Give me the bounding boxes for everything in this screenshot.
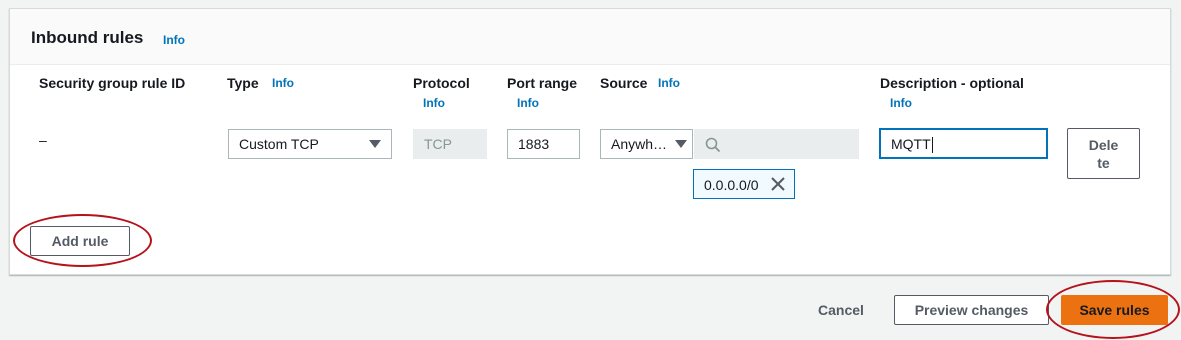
- close-icon[interactable]: [770, 176, 786, 192]
- panel-info-link[interactable]: Info: [163, 33, 185, 47]
- description-value: MQTT: [891, 136, 931, 152]
- chevron-down-icon: [675, 140, 687, 148]
- column-header-type: Type: [227, 75, 259, 91]
- port-range-info-link[interactable]: Info: [517, 96, 539, 110]
- column-header-protocol: Protocol: [413, 75, 470, 91]
- protocol-value: TCP: [424, 136, 452, 152]
- column-header-rule-id: Security group rule ID: [39, 75, 186, 91]
- column-header-port-range: Port range: [507, 75, 578, 91]
- delete-rule-button[interactable]: Dele te: [1067, 128, 1140, 179]
- protocol-field: TCP: [413, 129, 487, 159]
- cancel-button[interactable]: Cancel: [818, 302, 864, 318]
- type-select[interactable]: Custom TCP: [228, 129, 392, 159]
- delete-label-line1: Dele: [1088, 137, 1119, 153]
- type-info-link[interactable]: Info: [272, 76, 294, 90]
- add-rule-button[interactable]: Add rule: [30, 226, 130, 256]
- preview-changes-button[interactable]: Preview changes: [894, 295, 1049, 325]
- protocol-info-link[interactable]: Info: [423, 96, 445, 110]
- save-rules-button[interactable]: Save rules: [1061, 295, 1168, 325]
- rule-id-value: –: [39, 132, 47, 148]
- type-select-value: Custom TCP: [239, 136, 319, 152]
- description-info-link[interactable]: Info: [890, 96, 912, 110]
- panel-header: Inbound rules Info: [10, 9, 1170, 65]
- search-icon: [705, 137, 721, 153]
- column-header-description: Description - optional: [880, 75, 1024, 91]
- column-header-source: Source: [600, 75, 648, 91]
- text-caret: [931, 137, 933, 154]
- source-type-value: Anywh…: [611, 136, 668, 152]
- source-type-select[interactable]: Anywh…: [600, 129, 693, 159]
- panel-title: Inbound rules: [31, 28, 144, 47]
- delete-label-line2: te: [1097, 155, 1110, 171]
- port-range-value: 1883: [518, 136, 550, 152]
- source-search-input[interactable]: [694, 129, 859, 159]
- source-cidr-value: 0.0.0.0/0: [704, 177, 759, 193]
- source-cidr-token: 0.0.0.0/0: [693, 169, 795, 199]
- chevron-down-icon: [369, 140, 381, 148]
- description-input[interactable]: MQTT: [879, 128, 1048, 159]
- source-info-link[interactable]: Info: [658, 76, 680, 90]
- port-range-input[interactable]: 1883: [507, 129, 580, 159]
